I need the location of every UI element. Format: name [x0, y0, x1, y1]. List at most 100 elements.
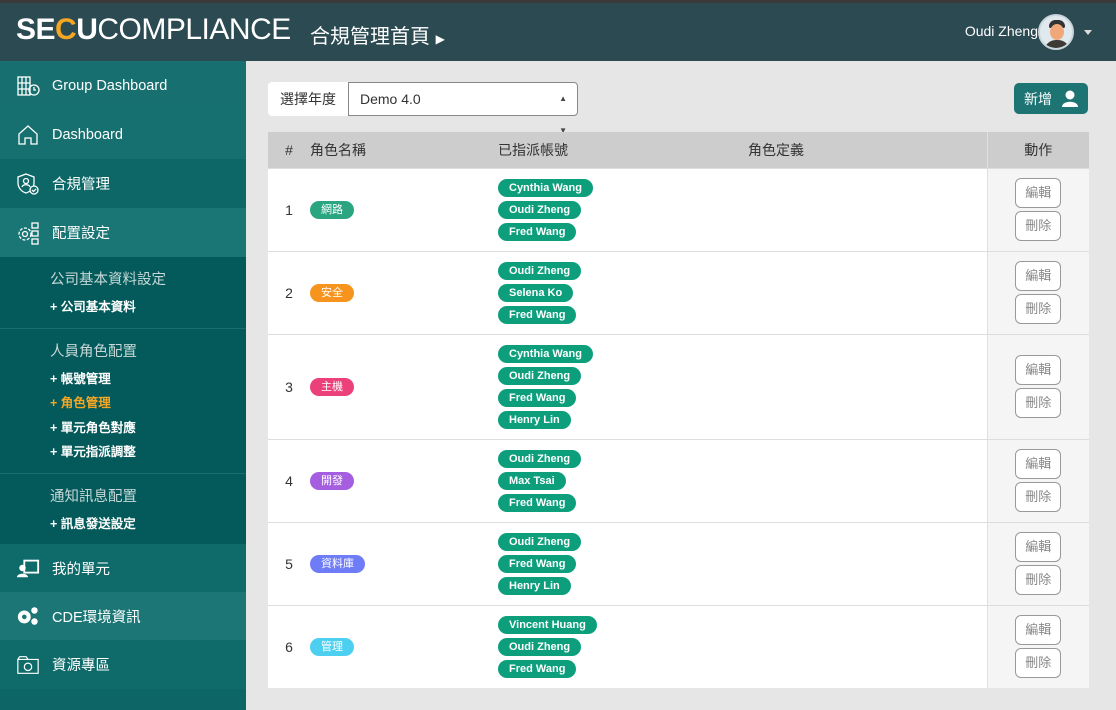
role-definition-cell — [748, 521, 987, 605]
sidebar-item-label: Group Dashboard — [52, 77, 168, 94]
user-name[interactable]: Oudi Zheng — [965, 23, 1038, 39]
role-badge: 資料庫 — [310, 555, 365, 573]
account-badge[interactable]: Cynthia Wang — [498, 178, 593, 197]
top-bar: SECUCOMPLIANCE 合規管理首頁 ▶ Oudi Zheng — [0, 0, 1116, 61]
submenu-item-roles[interactable]: + 角色管理 — [50, 391, 246, 416]
sidebar-item-config[interactable]: 配置設定 — [0, 208, 246, 257]
actions-cell: 編輯 刪除 — [986, 604, 1089, 688]
edit-button[interactable]: 編輯 — [1015, 449, 1062, 479]
col-role-definition: 角色定義 — [748, 132, 987, 168]
submenu-item-accounts[interactable]: + 帳號管理 — [50, 367, 246, 392]
page-title[interactable]: 合規管理首頁 ▶ — [310, 20, 445, 49]
role-cell: 主機 — [310, 333, 498, 439]
account-badge[interactable]: Henry Lin — [498, 576, 571, 595]
delete-button[interactable]: 刪除 — [1015, 211, 1062, 241]
sidebar-item-cde[interactable]: CDE環境資訊 — [0, 592, 246, 640]
account-badge[interactable]: Oudi Zheng — [498, 532, 582, 551]
edit-button[interactable]: 編輯 — [1015, 261, 1062, 291]
delete-button[interactable]: 刪除 — [1015, 648, 1062, 678]
add-role-button[interactable]: 新增 — [1014, 83, 1088, 114]
sidebar-item-label: 資源專區 — [52, 658, 110, 674]
role-definition-cell — [748, 167, 987, 251]
sidebar-item-compliance[interactable]: 合規管理 — [0, 159, 246, 208]
actions-cell: 編輯 刪除 — [986, 167, 1089, 251]
account-badge[interactable]: Fred Wang — [498, 554, 577, 573]
sidebar-item-dashboard[interactable]: Dashboard — [0, 110, 246, 159]
year-select[interactable]: Demo 4.0 ▲ ▼ — [348, 82, 578, 135]
accounts-cell: Cynthia Wang Oudi Zheng Fred Wang — [498, 167, 748, 251]
edit-button[interactable]: 編輯 — [1015, 178, 1062, 208]
role-definition-cell — [748, 438, 987, 522]
row-number: 3 — [268, 333, 310, 439]
avatar[interactable] — [1038, 14, 1074, 50]
edit-button[interactable]: 編輯 — [1015, 615, 1062, 645]
delete-button[interactable]: 刪除 — [1015, 388, 1062, 418]
submenu-item-company-info[interactable]: + 公司基本資料 — [50, 295, 246, 320]
account-badge[interactable]: Max Tsai — [498, 471, 566, 490]
role-definition-cell — [748, 604, 987, 688]
account-badge[interactable]: Oudi Zheng — [498, 366, 582, 385]
delete-button[interactable]: 刪除 — [1015, 482, 1062, 512]
table-row: 6 管理 Vincent Huang Oudi Zheng Fred Wang 編輯… — [268, 604, 1089, 688]
role-cell: 安全 — [310, 250, 498, 334]
role-badge: 主機 — [310, 378, 354, 396]
account-badge[interactable]: Henry Lin — [498, 410, 571, 429]
sidebar-item-my-units[interactable]: 我的單元 — [0, 544, 246, 592]
main-content: 選擇年度 Demo 4.0 ▲ ▼ 新增 # 角色名稱 已指派帳號 角色定義 動作 … — [246, 61, 1116, 710]
table-row: 3 主機 Cynthia Wang Oudi Zheng Fred Wang Henr… — [268, 333, 1089, 439]
add-label: 新增 — [1024, 90, 1052, 107]
submenu-group: 人員角色配置 + 帳號管理 + 角色管理 + 單元角色對應 + 單元指派調整 — [0, 329, 246, 474]
accounts-cell: Oudi Zheng Fred Wang Henry Lin — [498, 521, 748, 605]
submenu-item-unit-role-mapping[interactable]: + 單元角色對應 — [50, 416, 246, 441]
submenu-group: 公司基本資料設定 + 公司基本資料 — [0, 257, 246, 329]
account-badge[interactable]: Fred Wang — [498, 659, 577, 678]
role-badge: 開發 — [310, 472, 354, 490]
year-selector: 選擇年度 Demo 4.0 ▲ ▼ — [268, 82, 578, 135]
account-badge[interactable]: Vincent Huang — [498, 615, 597, 634]
role-badge: 管理 — [310, 638, 354, 656]
folder-box-icon — [16, 653, 40, 677]
building-clock-icon — [16, 74, 40, 98]
account-badge[interactable]: Oudi Zheng — [498, 449, 582, 468]
delete-button[interactable]: 刪除 — [1015, 565, 1062, 595]
year-select-value: Demo 4.0 — [360, 91, 421, 107]
actions-cell: 編輯 刪除 — [986, 250, 1089, 334]
actions-cell: 編輯 刪除 — [986, 333, 1089, 439]
actions-cell: 編輯 刪除 — [986, 438, 1089, 522]
account-badge[interactable]: Fred Wang — [498, 222, 577, 241]
submenu-item-notifications[interactable]: + 訊息發送設定 — [50, 512, 246, 537]
account-badge[interactable]: Oudi Zheng — [498, 200, 582, 219]
caret-right-icon: ▶ — [435, 32, 445, 46]
account-badge[interactable]: Oudi Zheng — [498, 637, 582, 656]
user-screen-icon — [16, 556, 40, 580]
account-badge[interactable]: Fred Wang — [498, 388, 577, 407]
account-badge[interactable]: Oudi Zheng — [498, 261, 582, 280]
gear-checklist-icon — [16, 221, 40, 245]
table-row: 1 網路 Cynthia Wang Oudi Zheng Fred Wang 編輯刪… — [268, 167, 1089, 251]
sidebar-item-resources[interactable]: 資源專區 — [0, 640, 246, 689]
table-row: 5 資料庫 Oudi Zheng Fred Wang Henry Lin 編輯 刪除 — [268, 521, 1089, 605]
delete-button[interactable]: 刪除 — [1015, 294, 1062, 324]
submenu-item-unit-assignment[interactable]: + 單元指派調整 — [50, 440, 246, 465]
role-badge: 網路 — [310, 201, 354, 219]
submenu-group-title: 公司基本資料設定 — [50, 272, 166, 288]
account-badge[interactable]: Fred Wang — [498, 493, 577, 512]
accounts-cell: Oudi Zheng Max Tsai Fred Wang — [498, 438, 748, 522]
role-cell: 開發 — [310, 438, 498, 522]
accounts-cell: Cynthia Wang Oudi Zheng Fred Wang Henry Lin — [498, 333, 748, 439]
roles-table: # 角色名稱 已指派帳號 角色定義 動作 1 網路 Cynthia Wang Ou… — [268, 132, 1089, 688]
role-cell: 網路 — [310, 167, 498, 251]
edit-button[interactable]: 編輯 — [1015, 355, 1062, 385]
logo[interactable]: SECUCOMPLIANCE — [16, 13, 291, 47]
chevron-down-icon[interactable] — [1084, 30, 1092, 35]
row-number: 6 — [268, 604, 310, 688]
year-label: 選擇年度 — [280, 91, 336, 107]
config-submenu: 公司基本資料設定 + 公司基本資料 人員角色配置 + 帳號管理 + 角色管理 +… — [0, 257, 246, 544]
account-badge[interactable]: Cynthia Wang — [498, 344, 593, 363]
account-badge[interactable]: Selena Ko — [498, 283, 574, 302]
account-badge[interactable]: Fred Wang — [498, 305, 577, 324]
table-header-row: # 角色名稱 已指派帳號 角色定義 動作 — [268, 132, 1089, 168]
edit-button[interactable]: 編輯 — [1015, 532, 1062, 562]
role-definition-cell — [748, 333, 987, 439]
sidebar-item-group-dashboard[interactable]: Group Dashboard — [0, 61, 246, 110]
